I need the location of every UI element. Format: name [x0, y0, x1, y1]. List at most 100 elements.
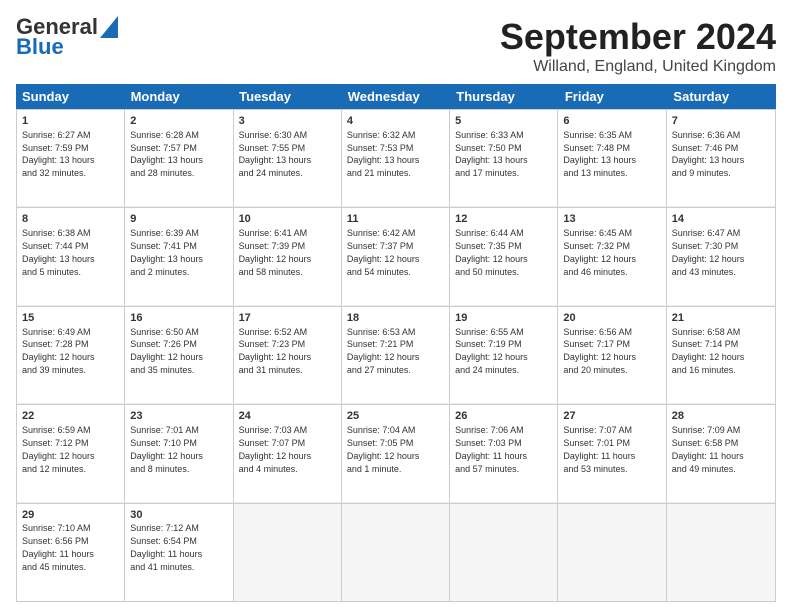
day-info: Sunrise: 6:38 AM Sunset: 7:44 PM Dayligh… [22, 228, 95, 276]
weekday-header: Friday [559, 84, 668, 109]
title-block: September 2024 Willand, England, United … [500, 16, 776, 76]
weekday-header: Tuesday [233, 84, 342, 109]
calendar-cell: 12Sunrise: 6:44 AM Sunset: 7:35 PM Dayli… [450, 208, 558, 305]
logo: General Blue [16, 16, 118, 60]
weekday-header: Saturday [667, 84, 776, 109]
day-info: Sunrise: 6:50 AM Sunset: 7:26 PM Dayligh… [130, 327, 203, 375]
day-info: Sunrise: 6:44 AM Sunset: 7:35 PM Dayligh… [455, 228, 528, 276]
page: General Blue September 2024 Willand, Eng… [0, 0, 792, 612]
calendar-cell: 8Sunrise: 6:38 AM Sunset: 7:44 PM Daylig… [17, 208, 125, 305]
calendar-cell: 6Sunrise: 6:35 AM Sunset: 7:48 PM Daylig… [558, 110, 666, 207]
day-info: Sunrise: 7:07 AM Sunset: 7:01 PM Dayligh… [563, 425, 635, 473]
calendar-cell: 11Sunrise: 6:42 AM Sunset: 7:37 PM Dayli… [342, 208, 450, 305]
day-number: 5 [455, 114, 552, 129]
header: General Blue September 2024 Willand, Eng… [16, 16, 776, 76]
day-number: 29 [22, 508, 119, 523]
day-number: 4 [347, 114, 444, 129]
calendar-cell: 16Sunrise: 6:50 AM Sunset: 7:26 PM Dayli… [125, 307, 233, 404]
day-number: 2 [130, 114, 227, 129]
day-number: 8 [22, 212, 119, 227]
day-number: 19 [455, 311, 552, 326]
calendar-week: 29Sunrise: 7:10 AM Sunset: 6:56 PM Dayli… [17, 504, 775, 601]
day-number: 23 [130, 409, 227, 424]
day-number: 9 [130, 212, 227, 227]
day-info: Sunrise: 7:09 AM Sunset: 6:58 PM Dayligh… [672, 425, 744, 473]
day-number: 16 [130, 311, 227, 326]
day-info: Sunrise: 7:10 AM Sunset: 6:56 PM Dayligh… [22, 523, 94, 571]
calendar-cell: 2Sunrise: 6:28 AM Sunset: 7:57 PM Daylig… [125, 110, 233, 207]
day-info: Sunrise: 6:28 AM Sunset: 7:57 PM Dayligh… [130, 130, 203, 178]
calendar-body: 1Sunrise: 6:27 AM Sunset: 7:59 PM Daylig… [16, 109, 776, 602]
day-info: Sunrise: 6:55 AM Sunset: 7:19 PM Dayligh… [455, 327, 528, 375]
calendar-cell: 29Sunrise: 7:10 AM Sunset: 6:56 PM Dayli… [17, 504, 125, 601]
day-number: 3 [239, 114, 336, 129]
day-info: Sunrise: 6:30 AM Sunset: 7:55 PM Dayligh… [239, 130, 312, 178]
calendar-cell: 17Sunrise: 6:52 AM Sunset: 7:23 PM Dayli… [234, 307, 342, 404]
title-month: September 2024 [500, 16, 776, 58]
day-number: 6 [563, 114, 660, 129]
day-number: 18 [347, 311, 444, 326]
day-info: Sunrise: 6:52 AM Sunset: 7:23 PM Dayligh… [239, 327, 312, 375]
day-number: 28 [672, 409, 770, 424]
logo-triangle-icon [100, 16, 118, 38]
calendar-cell: 20Sunrise: 6:56 AM Sunset: 7:17 PM Dayli… [558, 307, 666, 404]
calendar-cell: 28Sunrise: 7:09 AM Sunset: 6:58 PM Dayli… [667, 405, 775, 502]
day-info: Sunrise: 6:35 AM Sunset: 7:48 PM Dayligh… [563, 130, 636, 178]
calendar-cell: 18Sunrise: 6:53 AM Sunset: 7:21 PM Dayli… [342, 307, 450, 404]
calendar-cell [342, 504, 450, 601]
day-number: 17 [239, 311, 336, 326]
day-info: Sunrise: 7:04 AM Sunset: 7:05 PM Dayligh… [347, 425, 420, 473]
calendar-cell: 19Sunrise: 6:55 AM Sunset: 7:19 PM Dayli… [450, 307, 558, 404]
calendar-cell: 10Sunrise: 6:41 AM Sunset: 7:39 PM Dayli… [234, 208, 342, 305]
day-number: 22 [22, 409, 119, 424]
calendar-week: 1Sunrise: 6:27 AM Sunset: 7:59 PM Daylig… [17, 110, 775, 208]
day-info: Sunrise: 6:41 AM Sunset: 7:39 PM Dayligh… [239, 228, 312, 276]
day-info: Sunrise: 6:42 AM Sunset: 7:37 PM Dayligh… [347, 228, 420, 276]
calendar-cell: 15Sunrise: 6:49 AM Sunset: 7:28 PM Dayli… [17, 307, 125, 404]
day-number: 11 [347, 212, 444, 227]
day-number: 27 [563, 409, 660, 424]
day-info: Sunrise: 6:32 AM Sunset: 7:53 PM Dayligh… [347, 130, 420, 178]
day-number: 14 [672, 212, 770, 227]
day-number: 10 [239, 212, 336, 227]
calendar-cell [558, 504, 666, 601]
calendar-cell: 13Sunrise: 6:45 AM Sunset: 7:32 PM Dayli… [558, 208, 666, 305]
calendar-cell: 27Sunrise: 7:07 AM Sunset: 7:01 PM Dayli… [558, 405, 666, 502]
day-info: Sunrise: 7:01 AM Sunset: 7:10 PM Dayligh… [130, 425, 203, 473]
day-info: Sunrise: 7:12 AM Sunset: 6:54 PM Dayligh… [130, 523, 202, 571]
weekday-header: Monday [125, 84, 234, 109]
day-info: Sunrise: 6:39 AM Sunset: 7:41 PM Dayligh… [130, 228, 203, 276]
calendar-cell [450, 504, 558, 601]
logo-blue: Blue [16, 34, 64, 60]
calendar-cell: 1Sunrise: 6:27 AM Sunset: 7:59 PM Daylig… [17, 110, 125, 207]
calendar-cell: 30Sunrise: 7:12 AM Sunset: 6:54 PM Dayli… [125, 504, 233, 601]
calendar-cell: 24Sunrise: 7:03 AM Sunset: 7:07 PM Dayli… [234, 405, 342, 502]
day-info: Sunrise: 6:45 AM Sunset: 7:32 PM Dayligh… [563, 228, 636, 276]
day-info: Sunrise: 6:33 AM Sunset: 7:50 PM Dayligh… [455, 130, 528, 178]
day-info: Sunrise: 6:47 AM Sunset: 7:30 PM Dayligh… [672, 228, 745, 276]
calendar-cell [234, 504, 342, 601]
day-info: Sunrise: 6:59 AM Sunset: 7:12 PM Dayligh… [22, 425, 95, 473]
day-info: Sunrise: 6:53 AM Sunset: 7:21 PM Dayligh… [347, 327, 420, 375]
weekday-header: Wednesday [342, 84, 451, 109]
day-number: 26 [455, 409, 552, 424]
weekday-header: Thursday [450, 84, 559, 109]
day-number: 12 [455, 212, 552, 227]
calendar-cell: 21Sunrise: 6:58 AM Sunset: 7:14 PM Dayli… [667, 307, 775, 404]
day-info: Sunrise: 6:56 AM Sunset: 7:17 PM Dayligh… [563, 327, 636, 375]
day-number: 7 [672, 114, 770, 129]
day-number: 24 [239, 409, 336, 424]
day-number: 25 [347, 409, 444, 424]
calendar: SundayMondayTuesdayWednesdayThursdayFrid… [16, 84, 776, 602]
calendar-week: 8Sunrise: 6:38 AM Sunset: 7:44 PM Daylig… [17, 208, 775, 306]
calendar-cell: 4Sunrise: 6:32 AM Sunset: 7:53 PM Daylig… [342, 110, 450, 207]
calendar-cell: 7Sunrise: 6:36 AM Sunset: 7:46 PM Daylig… [667, 110, 775, 207]
day-number: 20 [563, 311, 660, 326]
day-info: Sunrise: 6:58 AM Sunset: 7:14 PM Dayligh… [672, 327, 745, 375]
calendar-cell: 14Sunrise: 6:47 AM Sunset: 7:30 PM Dayli… [667, 208, 775, 305]
calendar-header: SundayMondayTuesdayWednesdayThursdayFrid… [16, 84, 776, 109]
calendar-cell [667, 504, 775, 601]
calendar-cell: 5Sunrise: 6:33 AM Sunset: 7:50 PM Daylig… [450, 110, 558, 207]
calendar-cell: 22Sunrise: 6:59 AM Sunset: 7:12 PM Dayli… [17, 405, 125, 502]
calendar-week: 15Sunrise: 6:49 AM Sunset: 7:28 PM Dayli… [17, 307, 775, 405]
